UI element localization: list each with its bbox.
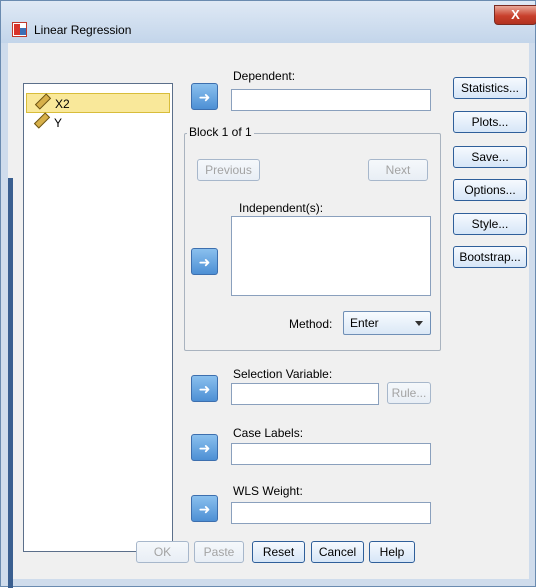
move-to-wls-weight-button[interactable]: ➜ — [191, 495, 218, 522]
wls-weight-label: WLS Weight: — [233, 484, 303, 498]
reset-button[interactable]: Reset — [252, 541, 305, 563]
background-window-edge — [8, 178, 13, 588]
move-to-selection-variable-button[interactable]: ➜ — [191, 375, 218, 402]
linear-regression-dialog: Linear Regression X X2 Y Dependent: ➜ Bl… — [0, 0, 536, 588]
right-arrow-icon: ➜ — [198, 439, 211, 456]
wls-weight-field[interactable] — [231, 502, 431, 524]
independents-list[interactable] — [231, 216, 431, 296]
right-arrow-icon: ➜ — [198, 253, 211, 270]
method-dropdown[interactable]: Enter — [343, 311, 431, 335]
method-value: Enter — [350, 316, 379, 330]
scale-ruler-icon — [33, 112, 51, 129]
selection-variable-label: Selection Variable: — [233, 367, 333, 381]
spss-dialog-icon — [12, 22, 27, 37]
source-variable-list[interactable]: X2 Y — [23, 83, 173, 552]
independents-label: Independent(s): — [239, 201, 324, 215]
bootstrap-button[interactable]: Bootstrap... — [453, 246, 527, 268]
selection-variable-field[interactable] — [231, 383, 379, 405]
next-button[interactable]: Next — [368, 159, 428, 181]
right-arrow-icon: ➜ — [198, 88, 211, 105]
dependent-label: Dependent: — [233, 69, 296, 83]
window-title: Linear Regression — [34, 23, 132, 37]
close-button[interactable]: X — [494, 5, 536, 25]
right-arrow-icon: ➜ — [198, 380, 211, 397]
move-to-case-labels-button[interactable]: ➜ — [191, 434, 218, 461]
previous-button[interactable]: Previous — [197, 159, 260, 181]
cancel-button[interactable]: Cancel — [311, 541, 364, 563]
right-arrow-icon: ➜ — [198, 500, 211, 517]
dependent-field[interactable] — [231, 89, 431, 111]
case-labels-field[interactable] — [231, 443, 431, 465]
move-to-dependent-button[interactable]: ➜ — [191, 83, 218, 110]
help-button[interactable]: Help — [369, 541, 415, 563]
method-label: Method: — [289, 317, 333, 331]
statistics-button[interactable]: Statistics... — [453, 77, 527, 99]
block-title: Block 1 of 1 — [187, 125, 254, 139]
paste-button[interactable]: Paste — [194, 541, 244, 563]
list-item-y[interactable]: Y — [26, 112, 170, 133]
list-item-x2[interactable]: X2 — [26, 93, 170, 113]
variable-name: Y — [54, 116, 63, 130]
move-to-independents-button[interactable]: ➜ — [191, 248, 218, 275]
ok-button[interactable]: OK — [136, 541, 189, 563]
variable-name: X2 — [55, 97, 70, 111]
title-bar[interactable]: Linear Regression X — [1, 1, 536, 43]
style-button[interactable]: Style... — [453, 213, 527, 235]
case-labels-label: Case Labels: — [233, 426, 304, 440]
options-button[interactable]: Options... — [453, 179, 527, 201]
plots-button[interactable]: Plots... — [453, 111, 527, 133]
save-button[interactable]: Save... — [453, 146, 527, 168]
rule-button[interactable]: Rule... — [387, 382, 431, 404]
scale-ruler-icon — [34, 93, 52, 110]
chevron-down-icon — [415, 321, 423, 326]
